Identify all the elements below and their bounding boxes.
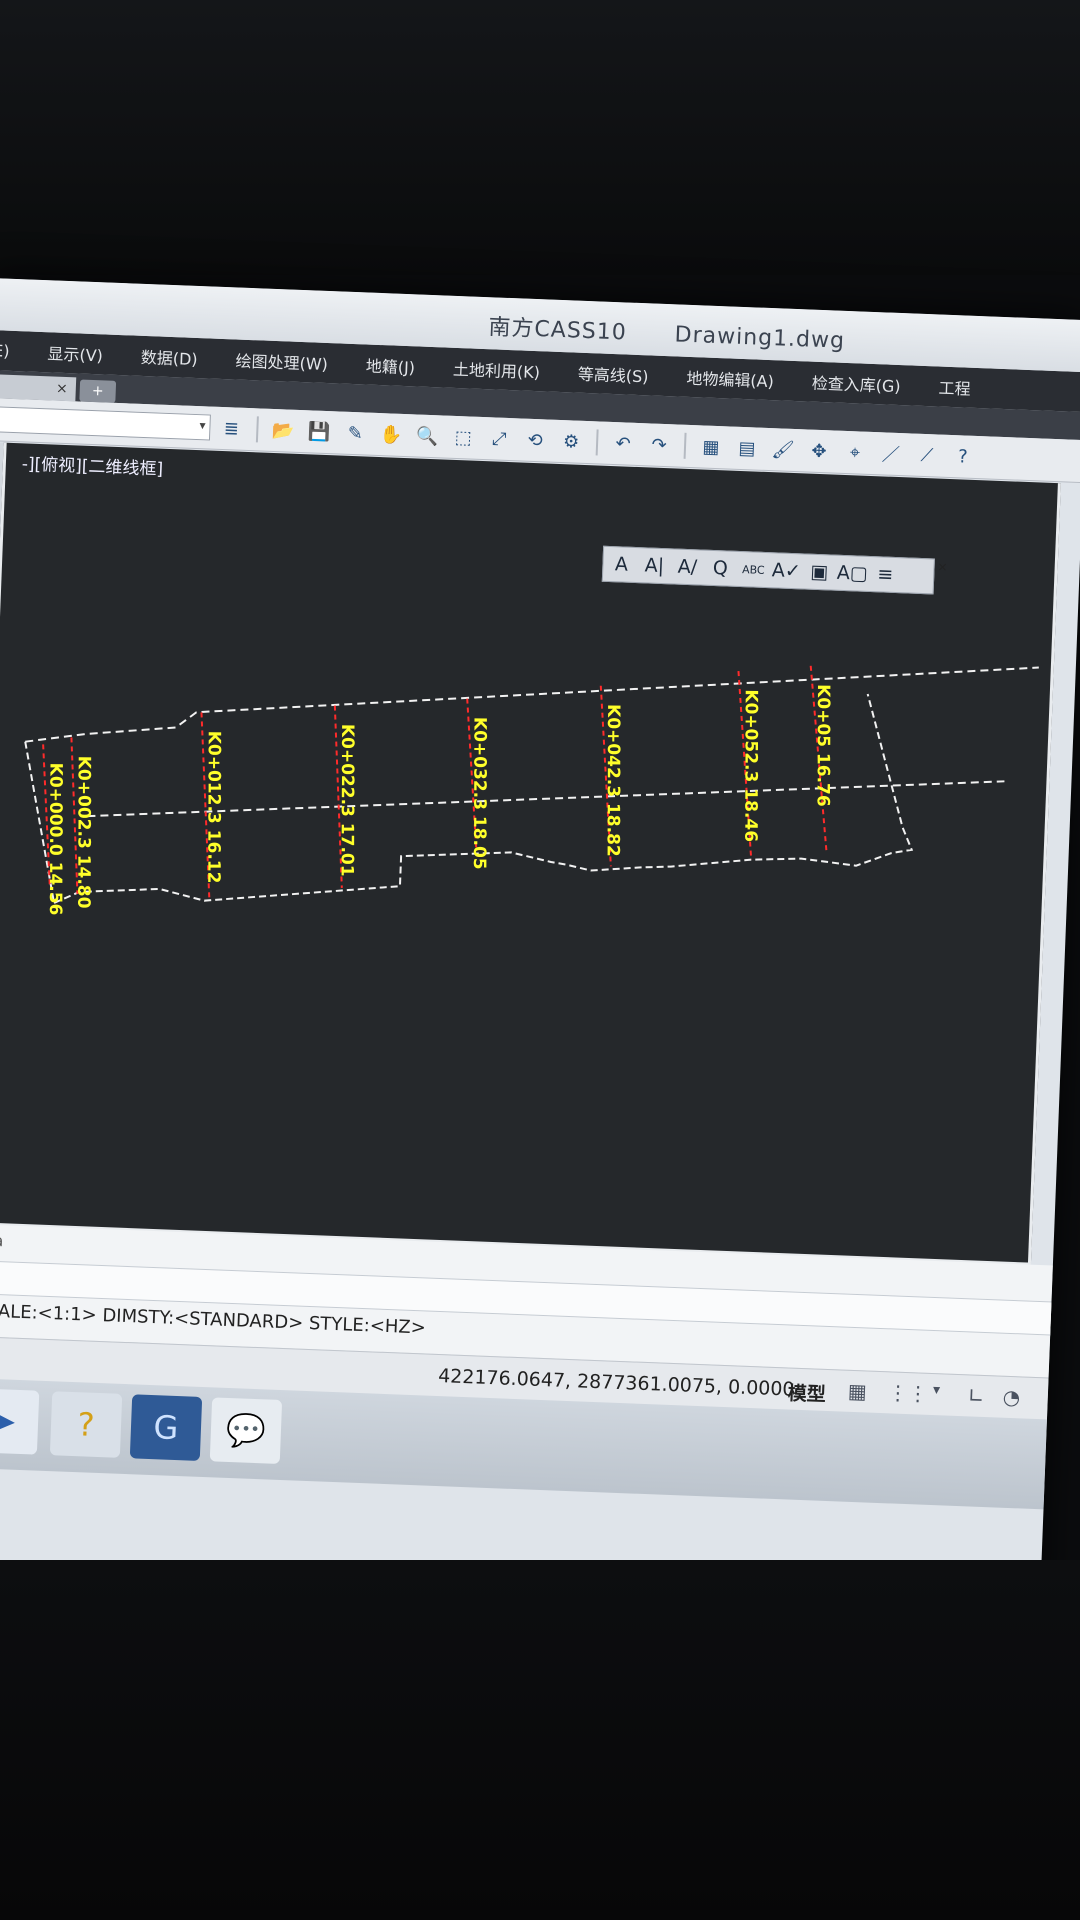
- new-tab-button[interactable]: +: [79, 379, 117, 403]
- polar-icon[interactable]: ◔: [1002, 1385, 1020, 1410]
- snap-icon[interactable]: ⌖: [839, 438, 870, 467]
- station-label[interactable]: K0+022.3 17.01: [337, 724, 358, 877]
- menu-item-engineering[interactable]: 工程: [938, 375, 971, 400]
- background-bottom: [0, 1560, 1080, 1920]
- taskbar-app-arrow-icon[interactable]: ➤: [0, 1388, 40, 1455]
- grid-icon[interactable]: ▦: [847, 1379, 867, 1404]
- separator: [595, 429, 599, 456]
- zoom-icon[interactable]: 🔍: [412, 421, 443, 450]
- close-icon[interactable]: ×: [56, 381, 68, 397]
- move-icon[interactable]: ✥: [803, 436, 834, 465]
- menu-item-e[interactable]: E): [0, 341, 10, 361]
- help-icon[interactable]: ?: [947, 442, 978, 471]
- save-icon[interactable]: 💾: [304, 417, 335, 446]
- command-history: para: [0, 1229, 4, 1251]
- snap-grid-icon[interactable]: ⋮⋮: [887, 1380, 928, 1406]
- polyline-icon[interactable]: ⟋: [911, 441, 942, 470]
- background-top: [0, 0, 1080, 275]
- road-centerline: [87, 780, 1005, 818]
- drawing-canvas[interactable]: -][俯视][二维线框] A A| A/ Q ABC A✓ ▣ A▢ ≡ × K…: [0, 442, 1061, 1266]
- menu-item-check[interactable]: 检查入库(G): [811, 370, 901, 397]
- menu-item-view[interactable]: 显示(V): [47, 340, 103, 366]
- monitor-screen: 南方CASS10 Drawing1.dwg E) 显示(V) 数据(D) 绘图处…: [0, 278, 1080, 1610]
- line-icon[interactable]: ／: [875, 439, 906, 468]
- station-label[interactable]: K0+05 16.76: [813, 684, 833, 807]
- menu-item-edit[interactable]: 地物编辑(A): [686, 365, 774, 392]
- calculator-icon[interactable]: ▦: [696, 432, 727, 461]
- ortho-icon[interactable]: ∟: [967, 1383, 985, 1408]
- menu-item-cadastre[interactable]: 地籍(J): [365, 353, 415, 379]
- road-boundary-top: [25, 666, 1039, 743]
- chevron-down-icon[interactable]: ▾: [933, 1382, 941, 1398]
- station-label[interactable]: K0+032.3 18.05: [469, 717, 490, 870]
- taskbar-app-help-icon[interactable]: ?: [49, 1391, 123, 1458]
- separator: [255, 416, 259, 443]
- menu-item-contour[interactable]: 等高线(S): [577, 361, 649, 388]
- chevron-down-icon[interactable]: ▾: [199, 418, 206, 432]
- menu-item-landuse[interactable]: 土地利用(K): [453, 356, 541, 383]
- document-title: Drawing1.dwg: [674, 322, 846, 354]
- menu-item-draw[interactable]: 绘图处理(W): [235, 347, 328, 375]
- brush-icon[interactable]: 🖌: [767, 435, 798, 464]
- pan-icon[interactable]: ✋: [376, 420, 407, 449]
- layer-combo[interactable]: ▾: [0, 406, 211, 441]
- taskbar-app-wechat-icon[interactable]: 💬: [209, 1397, 283, 1464]
- table-icon[interactable]: ▤: [731, 434, 762, 463]
- station-label[interactable]: K0+002.3 14.80: [73, 756, 94, 909]
- app-title: 南方CASS10: [487, 315, 628, 346]
- menu-item-data[interactable]: 数据(D): [140, 344, 198, 370]
- redo-icon[interactable]: ↷: [644, 430, 675, 459]
- document-tab[interactable]: ×: [0, 373, 77, 402]
- model-tab[interactable]: 模型: [787, 1378, 826, 1406]
- undo-icon[interactable]: ↶: [608, 429, 639, 458]
- layer-icon[interactable]: ≣: [216, 414, 247, 443]
- separator: [683, 432, 687, 459]
- open-icon[interactable]: 📂: [268, 416, 299, 445]
- drawing-svg: K0+000.0 14.56 K0+002.3 14.80 K0+012.3 16.…: [24, 665, 1039, 916]
- station-label[interactable]: K0+012.3 16.12: [203, 731, 224, 884]
- zoom-window-icon[interactable]: ⬚: [448, 423, 479, 452]
- taskbar-app-cass-icon[interactable]: G: [129, 1394, 203, 1461]
- station-label[interactable]: K0+000.0 14.56: [45, 763, 66, 916]
- station-label[interactable]: K0+042.3 18.82: [603, 704, 624, 857]
- station-label[interactable]: K0+052.3 18.46: [740, 689, 761, 842]
- pencil-icon[interactable]: ✎: [340, 419, 371, 448]
- properties-icon[interactable]: ⚙: [556, 427, 587, 456]
- zoom-previous-icon[interactable]: ⟲: [520, 425, 551, 454]
- cursor-coordinates: 422176.0647, 2877361.0075, 0.0000: [437, 1365, 795, 1401]
- zoom-extents-icon[interactable]: ⤢: [484, 424, 515, 453]
